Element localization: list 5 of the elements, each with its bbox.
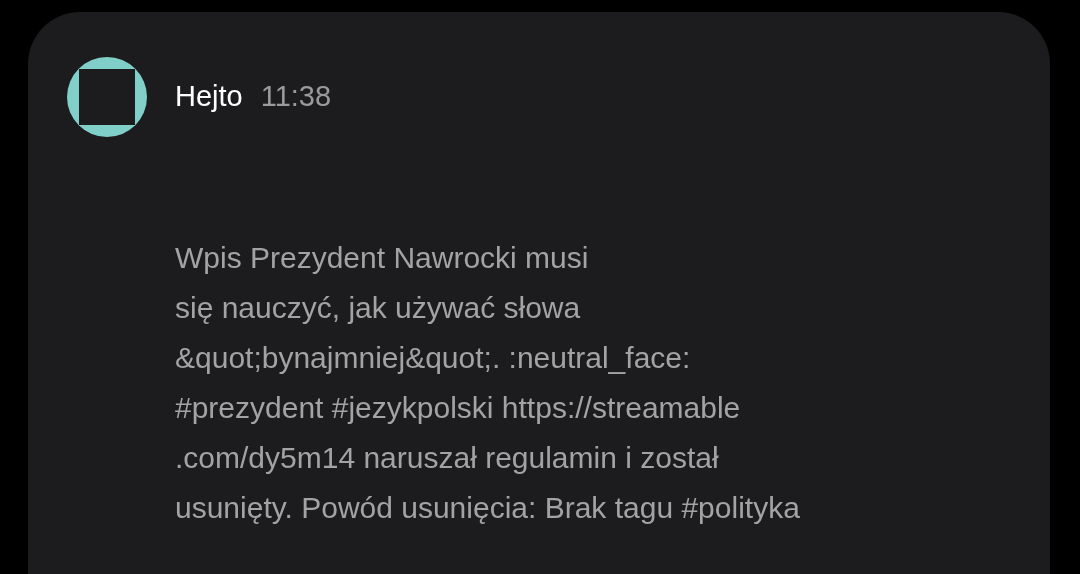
app-icon (67, 57, 147, 137)
notification-card[interactable] (28, 12, 1050, 574)
notification-time: 11:38 (260, 79, 332, 115)
notification-message: Wpis Prezydent Nawrocki musi się nauczyć, jak używać słowa &quot;bynajmniej&quot;. :neutral_face: #prezydent #jezykpolski https://streamable .com/dy5m14 naruszał regulamin i został usunięty. Powód usunięcia: Brak tagu #polityka (175, 240, 800, 526)
app-name: Hejto (175, 79, 243, 115)
